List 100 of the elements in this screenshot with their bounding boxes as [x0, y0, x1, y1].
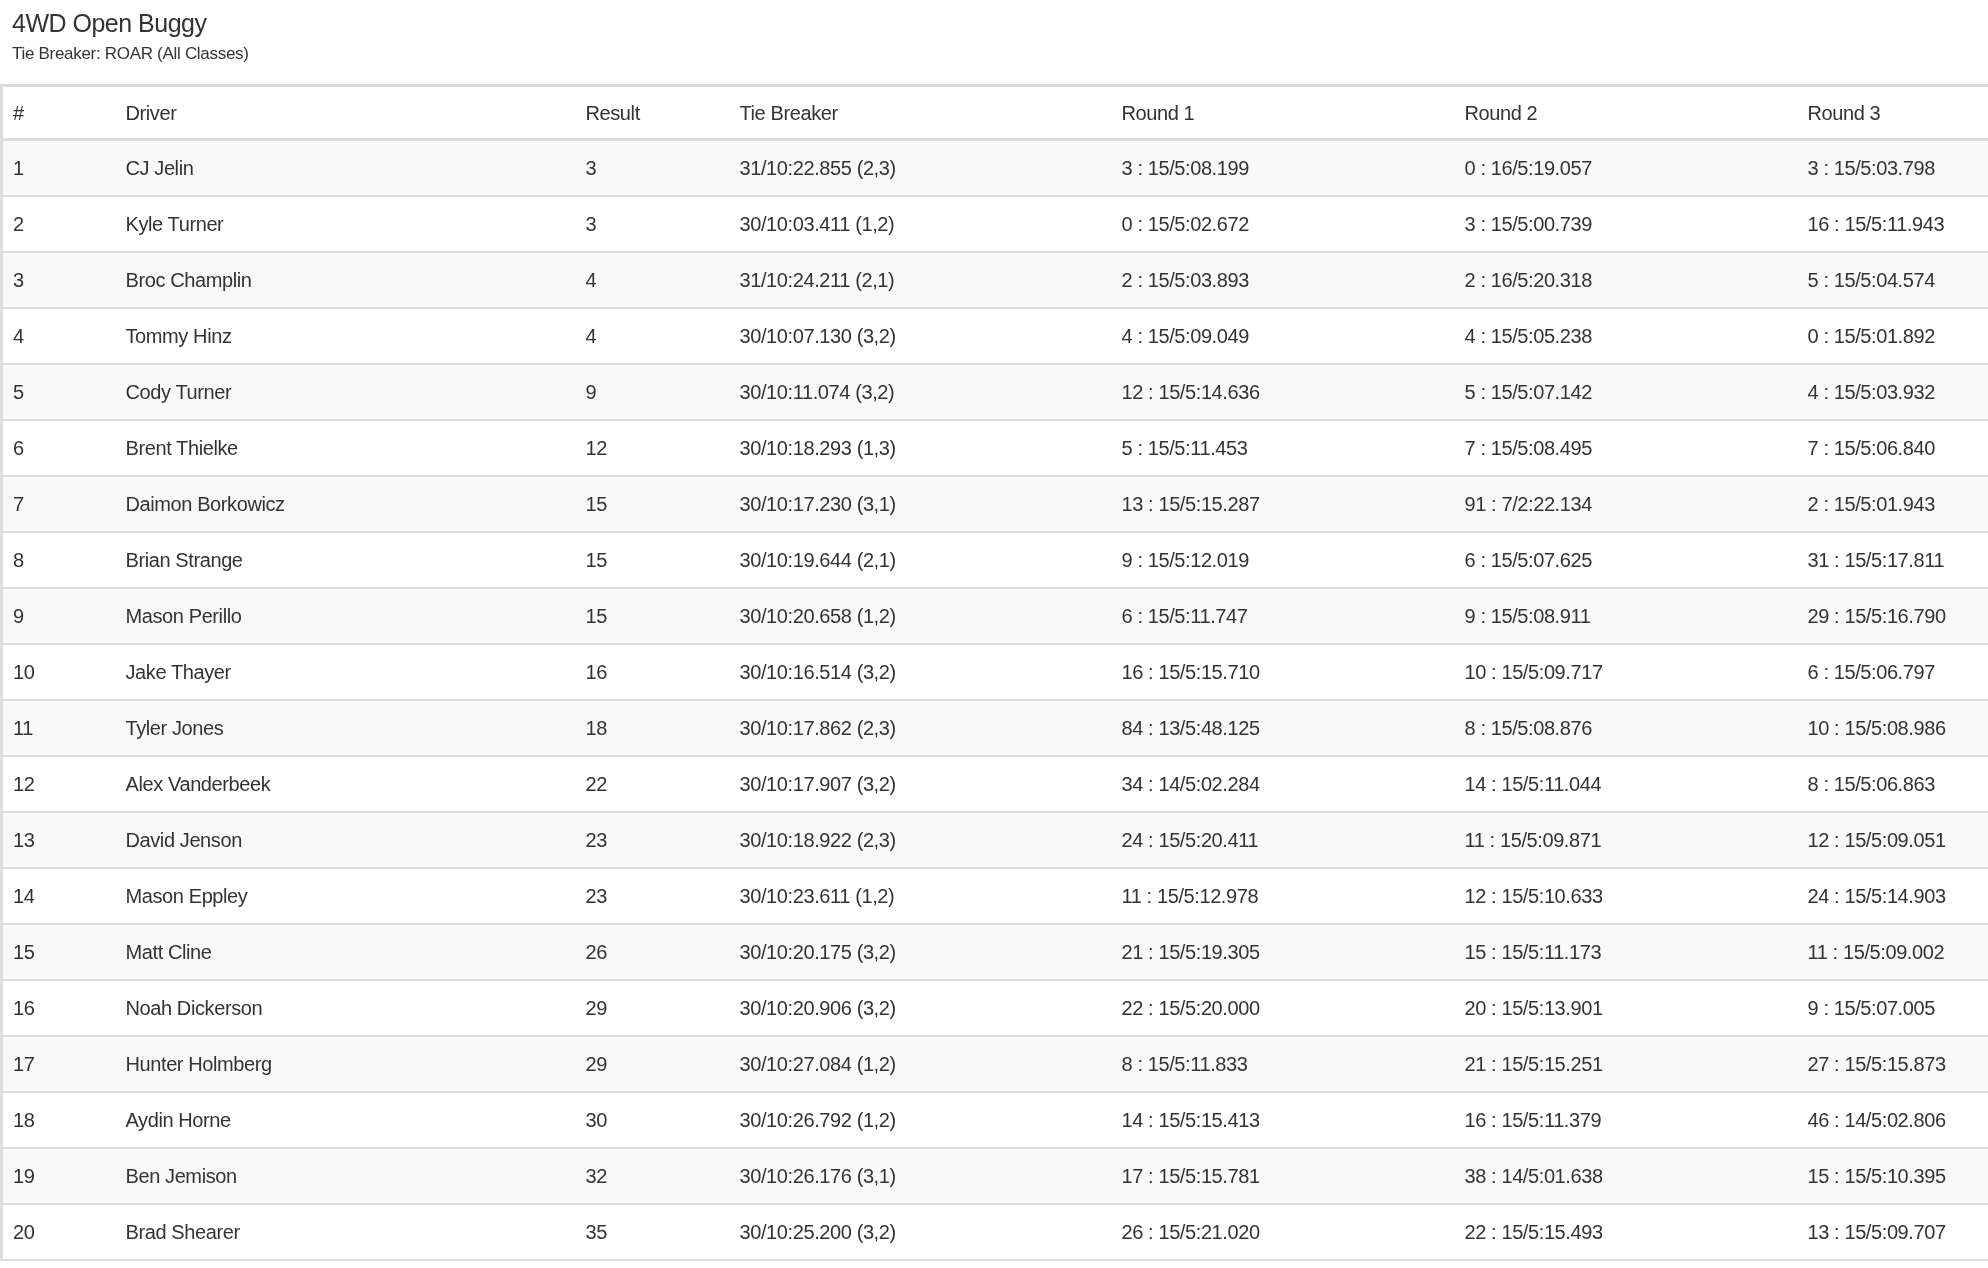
table-cell: 4 — [1, 307, 116, 364]
table-cell: 26 — [575, 923, 730, 980]
table-cell: 16 : 15/5:11.943 — [1797, 195, 1988, 252]
table-cell: Cody Turner — [115, 363, 576, 420]
table-cell: 12 : 15/5:10.633 — [1454, 867, 1798, 924]
table-cell: 38 : 14/5:01.638 — [1454, 1147, 1798, 1204]
table-cell: 30/10:18.922 (2,3) — [729, 811, 1112, 868]
table-cell: 20 — [1, 1203, 116, 1260]
table-cell: 9 : 15/5:07.005 — [1797, 979, 1988, 1036]
table-cell: 16 : 15/5:11.379 — [1454, 1091, 1798, 1148]
table-cell: 16 — [575, 643, 730, 700]
table-cell: 4 : 15/5:09.049 — [1111, 307, 1455, 364]
table-cell: 6 : 15/5:06.797 — [1797, 643, 1988, 700]
table-cell: 4 — [575, 307, 730, 364]
table-cell: 30/10:17.907 (3,2) — [729, 755, 1112, 812]
table-cell: Mason Perillo — [115, 587, 576, 644]
table-cell: 7 — [1, 475, 116, 532]
table-cell: 5 : 15/5:07.142 — [1454, 363, 1798, 420]
table-cell: Tommy Hinz — [115, 307, 576, 364]
tie-breaker-subtitle: Tie Breaker: ROAR (All Classes) — [12, 43, 250, 65]
table-cell: Kyle Turner — [115, 195, 576, 252]
table-cell: 21 : 15/5:15.251 — [1454, 1035, 1798, 1092]
table-cell: 22 — [575, 755, 730, 812]
table-cell: 30/10:20.906 (3,2) — [729, 979, 1112, 1036]
table-cell: 5 : 15/5:04.574 — [1797, 251, 1988, 308]
table-cell: 4 — [575, 251, 730, 308]
table-cell: 8 — [1, 531, 116, 588]
table-cell: 30 — [575, 1091, 730, 1148]
table-cell: 18 — [575, 699, 730, 756]
table-cell: 22 : 15/5:20.000 — [1111, 979, 1455, 1036]
table-cell: 23 — [575, 867, 730, 924]
table-cell: 12 : 15/5:14.636 — [1111, 363, 1455, 420]
table-cell: Hunter Holmberg — [115, 1035, 576, 1092]
table-cell: 12 : 15/5:09.051 — [1797, 811, 1988, 868]
table-cell: 8 : 15/5:11.833 — [1111, 1035, 1455, 1092]
table-cell: 10 : 15/5:08.986 — [1797, 699, 1988, 756]
table-cell: 17 : 15/5:15.781 — [1111, 1147, 1455, 1204]
table-cell: 12 — [1, 755, 116, 812]
table-cell: 30/10:18.293 (1,3) — [729, 419, 1112, 476]
table-cell: 30/10:25.200 (3,2) — [729, 1203, 1112, 1260]
table-cell: 3 — [1, 251, 116, 308]
table-cell: Brian Strange — [115, 531, 576, 588]
table-cell: 9 — [1, 587, 116, 644]
table-cell: 84 : 13/5:48.125 — [1111, 699, 1455, 756]
table-cell: 2 : 15/5:01.943 — [1797, 475, 1988, 532]
table-cell: 31/10:22.855 (2,3) — [729, 139, 1112, 196]
table-cell: 14 : 15/5:15.413 — [1111, 1091, 1455, 1148]
table-cell: 11 : 15/5:09.002 — [1797, 923, 1988, 980]
table-cell: 3 — [575, 139, 730, 196]
table-cell: 13 : 15/5:09.707 — [1797, 1203, 1988, 1260]
table-cell: 14 : 15/5:11.044 — [1454, 755, 1798, 812]
table-cell: 15 : 15/5:10.395 — [1797, 1147, 1988, 1204]
table-cell: 9 — [575, 363, 730, 420]
table-cell: 35 — [575, 1203, 730, 1260]
page-title: 4WD Open Buggy — [12, 8, 208, 39]
table-cell: 11 : 15/5:09.871 — [1454, 811, 1798, 868]
table-cell: 30/10:16.514 (3,2) — [729, 643, 1112, 700]
table-cell: 30/10:17.230 (3,1) — [729, 475, 1112, 532]
table-cell: 6 : 15/5:11.747 — [1111, 587, 1455, 644]
table-cell: 29 — [575, 979, 730, 1036]
table-cell: CJ Jelin — [115, 139, 576, 196]
table-cell: Broc Champlin — [115, 251, 576, 308]
table-cell: 15 — [575, 475, 730, 532]
table-cell: 8 : 15/5:08.876 — [1454, 699, 1798, 756]
table-cell: 7 : 15/5:08.495 — [1454, 419, 1798, 476]
table-cell: 29 — [575, 1035, 730, 1092]
table-cell: 23 — [575, 811, 730, 868]
table-cell: 13 — [1, 811, 116, 868]
table-cell: 3 : 15/5:03.798 — [1797, 139, 1988, 196]
table-cell: 0 : 15/5:02.672 — [1111, 195, 1455, 252]
table-cell: 9 : 15/5:12.019 — [1111, 531, 1455, 588]
table-cell: 3 : 15/5:00.739 — [1454, 195, 1798, 252]
table-cell: 1 — [1, 139, 116, 196]
table-cell: 14 — [1, 867, 116, 924]
table-cell: 11 : 15/5:12.978 — [1111, 867, 1455, 924]
table-cell: 29 : 15/5:16.790 — [1797, 587, 1988, 644]
table-cell: 9 : 15/5:08.911 — [1454, 587, 1798, 644]
table-cell: 30/10:23.611 (1,2) — [729, 867, 1112, 924]
table-cell: 26 : 15/5:21.020 — [1111, 1203, 1455, 1260]
table-cell: 24 : 15/5:14.903 — [1797, 867, 1988, 924]
table-cell: 12 — [575, 419, 730, 476]
table-cell: 91 : 7/2:22.134 — [1454, 475, 1798, 532]
table-cell: 13 : 15/5:15.287 — [1111, 475, 1455, 532]
table-cell: 10 — [1, 643, 116, 700]
table-cell: Jake Thayer — [115, 643, 576, 700]
table-cell: 30/10:17.862 (2,3) — [729, 699, 1112, 756]
table-cell: 10 : 15/5:09.717 — [1454, 643, 1798, 700]
table-cell: 5 : 15/5:11.453 — [1111, 419, 1455, 476]
table-cell: 24 : 15/5:20.411 — [1111, 811, 1455, 868]
table-cell: David Jenson — [115, 811, 576, 868]
table-cell: 20 : 15/5:13.901 — [1454, 979, 1798, 1036]
table-cell: 46 : 14/5:02.806 — [1797, 1091, 1988, 1148]
table-cell: Daimon Borkowicz — [115, 475, 576, 532]
table-cell: 8 : 15/5:06.863 — [1797, 755, 1988, 812]
table-cell: 15 : 15/5:11.173 — [1454, 923, 1798, 980]
table-cell: 16 : 15/5:15.710 — [1111, 643, 1455, 700]
table-cell: 5 — [1, 363, 116, 420]
table-cell: 19 — [1, 1147, 116, 1204]
table-cell: 0 : 15/5:01.892 — [1797, 307, 1988, 364]
table-cell: 4 : 15/5:05.238 — [1454, 307, 1798, 364]
